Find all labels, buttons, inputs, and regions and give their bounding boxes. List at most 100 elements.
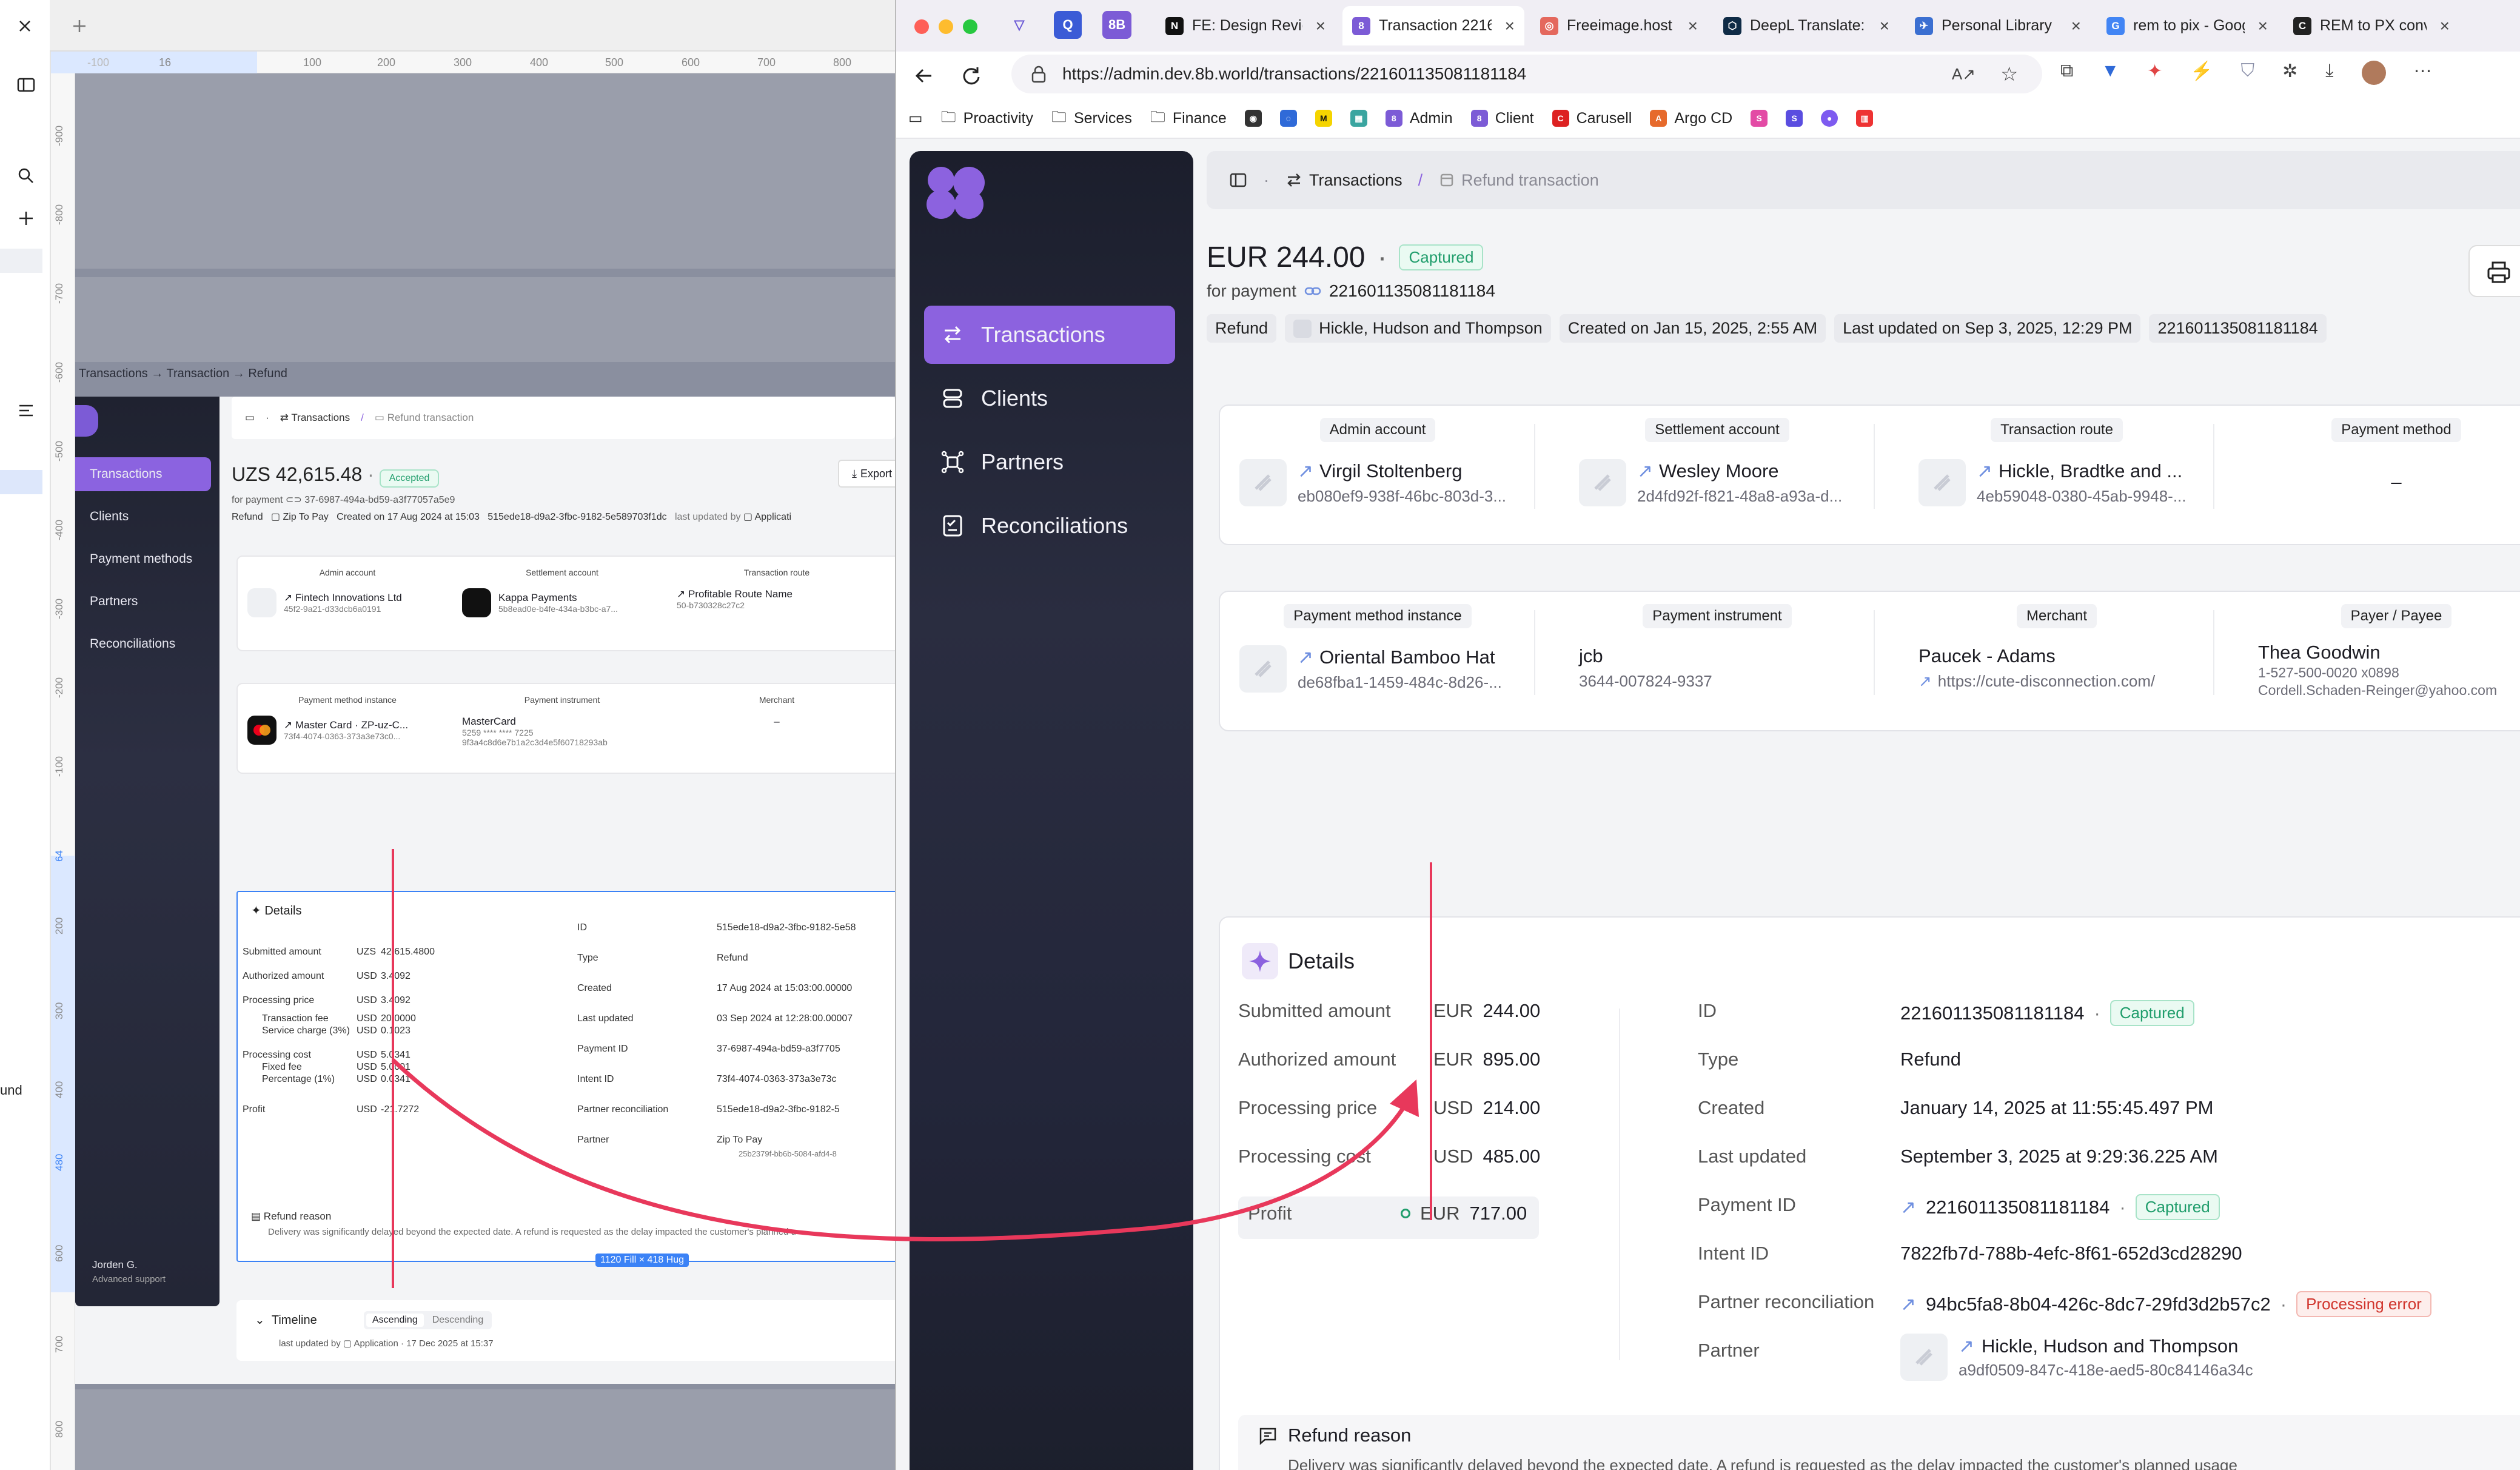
extension-icon[interactable]: ✦ bbox=[2147, 61, 2162, 85]
cell-title[interactable]: ↗ Hickle, Bradtke and ... bbox=[1977, 460, 2187, 482]
url-text[interactable]: https://admin.dev.8b.world/transactions/… bbox=[1062, 64, 1526, 84]
crumb-transactions[interactable]: Transactions bbox=[1285, 171, 1402, 190]
window-close-button[interactable] bbox=[914, 19, 929, 34]
extension-icon[interactable]: ⚡ bbox=[2190, 61, 2213, 85]
close-icon[interactable]: × bbox=[2440, 16, 2450, 36]
list-icon[interactable] bbox=[16, 400, 36, 421]
bookmark-folder[interactable]: 🗀 Proactivity bbox=[941, 106, 1033, 132]
cell-subtitle[interactable]: ↗ https://cute-disconnection.com/ bbox=[1918, 672, 2155, 691]
close-icon[interactable]: × bbox=[2071, 16, 2081, 36]
frame-label[interactable]: Transactions → Transaction → Refund bbox=[79, 367, 287, 381]
browser-tab[interactable]: Grem to pix - Goog × bbox=[2097, 6, 2277, 45]
close-icon[interactable]: × bbox=[1688, 16, 1698, 36]
bookmark-icon[interactable]: ◌ bbox=[1279, 110, 1297, 127]
cell-title[interactable]: ↗ Oriental Bamboo Hat bbox=[1298, 646, 1502, 668]
download-icon[interactable]: ⤓ bbox=[2325, 61, 2333, 85]
layer-row-highlight[interactable] bbox=[0, 249, 42, 273]
mini-nav-clients[interactable]: Clients bbox=[75, 500, 211, 534]
bookmark-icon[interactable]: S bbox=[1786, 110, 1803, 127]
payment-link[interactable]: 221601135081181184 bbox=[1329, 281, 1495, 301]
tabs-icon[interactable]: ⧉ bbox=[2060, 61, 2073, 85]
mini-nav-reconciliations[interactable]: Reconciliations bbox=[75, 627, 211, 661]
cell-title[interactable]: Paucek - Adams bbox=[1918, 645, 2155, 667]
nav-partners[interactable]: Partners bbox=[924, 433, 1175, 491]
shield-icon[interactable]: ⛉ bbox=[2241, 61, 2255, 85]
pinned-tab-8b[interactable]: 8B bbox=[1102, 11, 1132, 39]
nav-clients[interactable]: Clients bbox=[924, 369, 1175, 428]
close-icon[interactable]: × bbox=[2258, 16, 2268, 36]
window-minimize-button[interactable] bbox=[939, 19, 953, 34]
mini-payment-id[interactable]: 37-6987-494a-bd59-a3f77057a5e9 bbox=[304, 495, 455, 505]
browser-tab[interactable]: ✈ Personal Library × bbox=[1905, 6, 2091, 45]
panel-toggle-icon[interactable] bbox=[16, 75, 36, 95]
browser-tab[interactable]: ⬡ DeepL Translate: × bbox=[1714, 6, 1899, 45]
close-icon[interactable]: × bbox=[1316, 16, 1325, 36]
cell-header-label: Merchant bbox=[2016, 604, 2097, 628]
read-aloud-icon[interactable]: A↗ bbox=[1952, 65, 1975, 84]
value-partner[interactable]: ↗ Hickle, Hudson and Thompson a9df0509-84… bbox=[1900, 1334, 2253, 1381]
mini-cell-title[interactable]: ↗ Profitable Route Name bbox=[677, 588, 877, 600]
bookmark-icon[interactable]: S bbox=[1751, 110, 1768, 127]
value-partner-reconciliation[interactable]: ↗ 94bc5fa8-8b04-426c-8dc7-29fd3d2b57c2 · Pr… bbox=[1900, 1291, 2431, 1317]
more-icon[interactable]: ⋯ bbox=[2414, 61, 2432, 85]
close-icon[interactable]: × bbox=[1880, 16, 1889, 36]
browser-tab[interactable]: ◎ Freeimage.host - × bbox=[1530, 6, 1707, 45]
vuetify-icon[interactable]: ▼ bbox=[2101, 61, 2119, 85]
mini-nav-payment-methods[interactable]: Payment methods bbox=[75, 542, 211, 576]
lock-icon[interactable] bbox=[1031, 65, 1047, 83]
payer-payee: Payer / Payee Thea Goodwin 1-527-500-0020 … bbox=[2239, 592, 2520, 730]
bookmark-icon[interactable]: ● bbox=[1821, 110, 1838, 127]
mini-panel-icon[interactable]: ▭ bbox=[245, 412, 255, 424]
bookmark-carusell[interactable]: C Carusell bbox=[1552, 110, 1632, 127]
bookmark-icon[interactable]: ▦ bbox=[1350, 110, 1367, 127]
mini-nav-partners[interactable]: Partners bbox=[75, 585, 211, 619]
puzzle-icon[interactable]: ✲ bbox=[2282, 61, 2297, 85]
pinned-tab-q[interactable]: Q bbox=[1054, 11, 1082, 39]
bookmark-icon[interactable]: ▥ bbox=[1856, 110, 1874, 127]
star-icon[interactable]: ☆ bbox=[2000, 62, 2018, 86]
mini-crumb-transactions[interactable]: ⇄ Transactions bbox=[280, 412, 350, 424]
figma-new-tab-button[interactable] bbox=[58, 0, 101, 52]
bookmark-argocd[interactable]: A Argo CD bbox=[1650, 110, 1732, 127]
bookmark-folder[interactable]: 🗀 Finance bbox=[1150, 106, 1227, 132]
mini-cell-title[interactable]: ↗ Master Card · ZP-uz-C... bbox=[284, 719, 408, 731]
bookmark-icon[interactable]: M bbox=[1315, 110, 1332, 127]
browser-tab[interactable]: 8 Transaction 2216 × bbox=[1342, 6, 1524, 45]
github-icon[interactable]: ◉ bbox=[1244, 110, 1262, 127]
bookmark-admin[interactable]: 8 Admin bbox=[1385, 110, 1453, 127]
mini-export-button[interactable]: ⤓ Export bbox=[838, 460, 895, 488]
brand-logo[interactable] bbox=[925, 164, 986, 220]
search-icon[interactable] bbox=[16, 166, 36, 186]
window-zoom-button[interactable] bbox=[963, 19, 977, 34]
browser-tab[interactable]: C REM to PX conve × bbox=[2284, 6, 2459, 45]
mini-nav-transactions[interactable]: Transactions bbox=[75, 457, 211, 491]
sort-descending[interactable]: Descending bbox=[426, 1314, 490, 1327]
layer-row-selected[interactable] bbox=[0, 470, 42, 494]
bookmark-client[interactable]: 8 Client bbox=[1470, 110, 1534, 127]
mini-cell-title[interactable]: ↗ Fintech Innovations Ltd bbox=[284, 592, 402, 604]
nav-transactions[interactable]: Transactions bbox=[924, 306, 1175, 364]
print-button[interactable] bbox=[2468, 245, 2520, 297]
profile-avatar[interactable] bbox=[2361, 61, 2386, 85]
close-icon[interactable]: × bbox=[1505, 16, 1515, 36]
cell-title[interactable]: ↗ Virgil Stoltenberg bbox=[1298, 460, 1506, 482]
mini-cell-title[interactable]: Kappa Payments bbox=[498, 592, 618, 604]
figma-canvas[interactable]: Transactions → Transaction → Refund Tran… bbox=[75, 73, 895, 1470]
reload-icon[interactable] bbox=[959, 64, 984, 88]
bookmark-folder[interactable]: 🗀 Services bbox=[1051, 106, 1132, 132]
value-payment-id[interactable]: ↗ 221601135081181184 · Captured bbox=[1900, 1194, 2220, 1220]
figma-close-tab[interactable] bbox=[0, 0, 50, 52]
design-frame[interactable]: Transactions Clients Payment methods Par… bbox=[75, 397, 895, 1384]
cell-title[interactable]: ↗ Wesley Moore bbox=[1637, 460, 1842, 482]
sort-ascending[interactable]: Ascending bbox=[366, 1314, 424, 1327]
back-icon[interactable] bbox=[912, 64, 936, 88]
add-icon[interactable] bbox=[16, 208, 36, 229]
sidebar-toggle-icon[interactable] bbox=[1228, 170, 1248, 190]
mini-details-card[interactable]: ✦ Details Submitted amount UZS 42,615.4800… bbox=[236, 891, 895, 1267]
browser-tab[interactable]: N FE: Design Revie × bbox=[1156, 6, 1335, 45]
meta-partner[interactable]: Hickle, Hudson and Thompson bbox=[1285, 314, 1551, 343]
nav-reconciliations[interactable]: Reconciliations bbox=[924, 497, 1175, 555]
url-bar[interactable]: https://admin.dev.8b.world/transactions/… bbox=[1011, 55, 2042, 93]
reading-list-icon[interactable]: ▭ bbox=[908, 109, 923, 127]
vue-icon[interactable]: ▽ bbox=[1005, 11, 1033, 39]
